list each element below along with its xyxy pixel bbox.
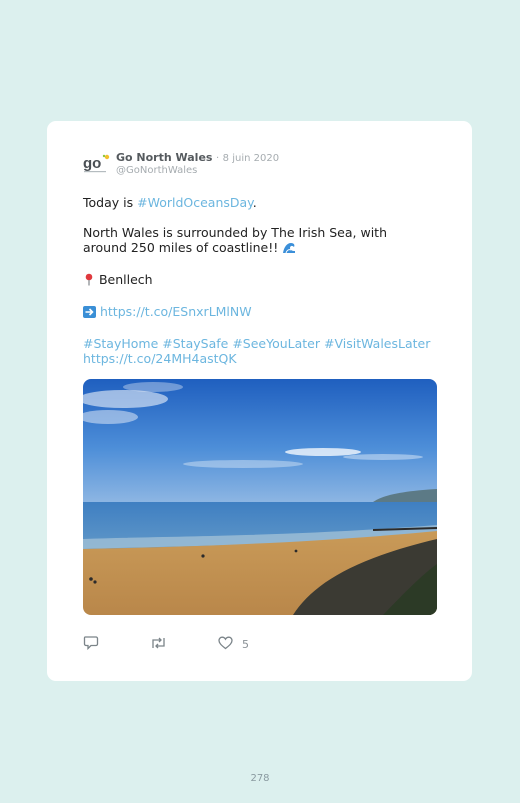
hashtag-visit-wales-later[interactable]: #VisitWalesLater [324, 336, 430, 351]
tweet-line-2: North Wales is surrounded by The Irish S… [83, 225, 433, 257]
line2-text: North Wales is surrounded by The Irish S… [83, 225, 387, 255]
go-north-wales-logo[interactable]: go [83, 153, 111, 175]
separator-dot: · [215, 153, 220, 164]
right-arrow-icon [83, 306, 96, 321]
link-1[interactable]: https://t.co/ESnxrLMlNW [100, 304, 252, 319]
beach-photo[interactable] [83, 379, 437, 615]
reply-button[interactable] [83, 635, 99, 654]
hashtag-see-you-later[interactable]: #SeeYouLater [232, 336, 320, 351]
tweet-line-hashtags: #StayHome #StaySafe #SeeYouLater #VisitW… [83, 336, 433, 366]
tweet-actions: 5 [83, 635, 383, 655]
retweet-button[interactable] [150, 635, 167, 654]
tweet-line-link: https://t.co/ESnxrLMlNW [83, 304, 433, 321]
tweet-line-1: Today is #WorldOceansDay. [83, 195, 433, 210]
heart-icon [218, 635, 233, 654]
line1-prefix: Today is [83, 195, 138, 210]
hashtag-world-oceans-day[interactable]: #WorldOceansDay [137, 195, 253, 210]
tweet-text: Today is #WorldOceansDay. North Wales is… [83, 195, 433, 381]
like-button[interactable]: 5 [218, 635, 249, 654]
tweet-date[interactable]: 8 juin 2020 [223, 153, 279, 164]
retweet-icon [150, 635, 167, 654]
author-name[interactable]: Go North Wales [116, 151, 212, 164]
tweet-card: go Go North Wales · 8 juin 2020 @GoNorth… [47, 121, 472, 681]
line1-suffix: . [252, 195, 257, 210]
water-wave-icon [282, 241, 297, 257]
hashtag-stay-home[interactable]: #StayHome [83, 336, 158, 351]
link-2[interactable]: https://t.co/24MH4astQK [83, 351, 237, 366]
page-number: 278 [250, 773, 270, 784]
round-pushpin-icon [83, 273, 95, 289]
reply-icon [83, 635, 99, 654]
location-text: Benllech [98, 272, 153, 287]
like-count: 5 [242, 638, 249, 651]
author-line: Go North Wales · 8 juin 2020 [116, 151, 279, 164]
svg-text:go: go [83, 155, 101, 172]
hashtag-stay-safe[interactable]: #StaySafe [162, 336, 228, 351]
tweet-header: go Go North Wales · 8 juin 2020 @GoNorth… [83, 149, 443, 179]
tweet-line-location: Benllech [83, 272, 433, 289]
author-handle[interactable]: @GoNorthWales [116, 165, 197, 176]
